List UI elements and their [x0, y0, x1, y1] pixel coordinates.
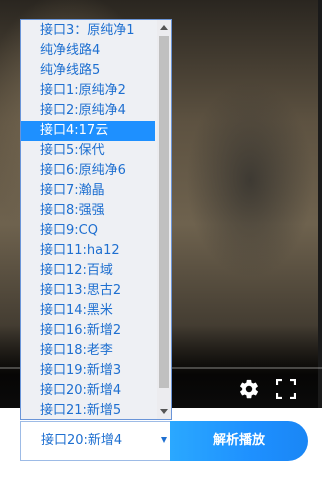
- dropdown-option[interactable]: 接口1:原纯净2: [21, 81, 155, 101]
- fullscreen-icon[interactable]: [276, 379, 296, 399]
- dropdown-scrollbar[interactable]: [157, 20, 171, 419]
- line-select[interactable]: 接口20:新增4: [20, 421, 172, 461]
- dropdown-option[interactable]: 接口21:新增5: [21, 401, 155, 419]
- video-edge: [318, 0, 322, 408]
- dropdown-option[interactable]: 接口11:ha12: [21, 241, 155, 261]
- dropdown-option[interactable]: 接口6:原纯净6: [21, 161, 155, 181]
- dropdown-option[interactable]: 接口16:新增2: [21, 321, 155, 341]
- chevron-down-icon: [161, 437, 167, 443]
- dropdown-option[interactable]: 接口18:老李: [21, 341, 155, 361]
- parse-play-button[interactable]: 解析播放: [170, 421, 308, 461]
- dropdown-option[interactable]: 接口5:保代: [21, 141, 155, 161]
- dropdown-option[interactable]: 接口4:17云: [21, 121, 155, 141]
- dropdown-option[interactable]: 接口3：原纯净1: [21, 21, 155, 41]
- dropdown-option[interactable]: 接口8:强强: [21, 201, 155, 221]
- dropdown-option[interactable]: 纯净线路4: [21, 41, 155, 61]
- dropdown-option[interactable]: 接口12:百域: [21, 261, 155, 281]
- dropdown-option[interactable]: 接口13:思古2: [21, 281, 155, 301]
- scroll-thumb[interactable]: [159, 36, 169, 388]
- dropdown-option[interactable]: 接口7:瀚晶: [21, 181, 155, 201]
- scroll-down-arrow-icon[interactable]: [160, 409, 168, 414]
- dropdown-option[interactable]: 接口2:原纯净4: [21, 101, 155, 121]
- scroll-up-arrow-icon[interactable]: [160, 25, 168, 30]
- line-select-dropdown[interactable]: 接口3：原纯净1 纯净线路4 纯净线路5 接口1:原纯净2 接口2:原纯净4 接口4:17…: [20, 19, 172, 420]
- dropdown-option[interactable]: 接口14:黑米: [21, 301, 155, 321]
- dropdown-option[interactable]: 接口20:新增4: [21, 381, 155, 401]
- controls-left-spacer: [0, 421, 20, 461]
- gear-icon[interactable]: [238, 378, 260, 400]
- dropdown-option[interactable]: 接口9:CQ: [21, 221, 155, 241]
- dropdown-option[interactable]: 纯净线路5: [21, 61, 155, 81]
- line-select-value: 接口20:新增4: [41, 433, 123, 448]
- dropdown-option[interactable]: 接口19:新增3: [21, 361, 155, 381]
